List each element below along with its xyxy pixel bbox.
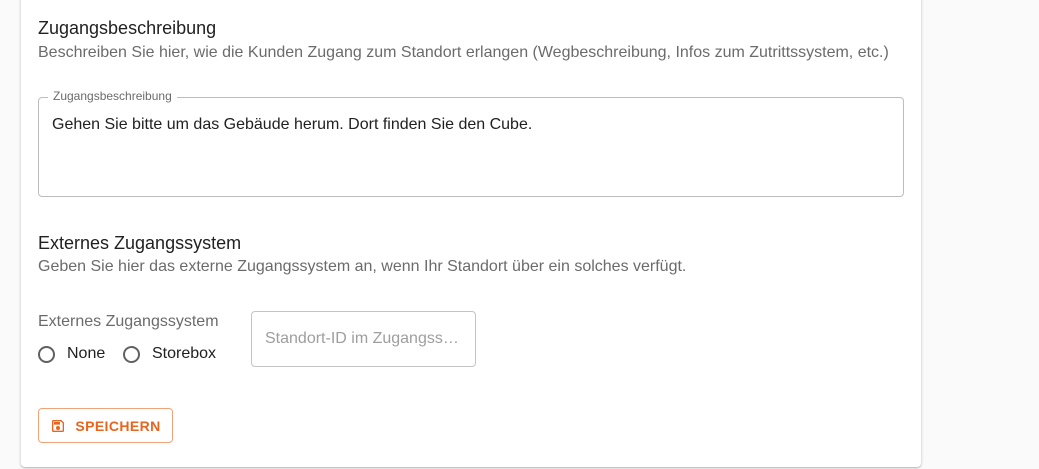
access-description-hint: Beschreiben Sie hier, wie die Kunden Zug…	[38, 44, 889, 61]
save-button[interactable]: SPEICHERN	[38, 408, 173, 443]
access-description-field-label: Zugangsbeschreibung	[48, 89, 177, 103]
radio-option-storebox[interactable]: Storebox	[123, 345, 216, 363]
settings-card: Zugangsbeschreibung Beschreiben Sie hier…	[21, 0, 921, 467]
radio-storebox-circle[interactable]	[123, 345, 140, 363]
access-description-field[interactable]: Zugangsbeschreibung Gehen Sie bitte um d…	[38, 89, 904, 197]
access-description-textarea[interactable]: Gehen Sie bitte um das Gebäude herum. Do…	[52, 116, 532, 134]
location-id-placeholder: Standort-ID im Zugangssystem	[265, 330, 465, 347]
external-system-hint: Geben Sie hier das externe Zugangssystem…	[38, 258, 687, 275]
save-icon	[50, 418, 66, 434]
radio-storebox-label: Storebox	[152, 345, 217, 362]
radio-none-label: None	[67, 345, 106, 362]
access-description-title: Zugangsbeschreibung	[38, 18, 217, 38]
radio-none-circle[interactable]	[38, 345, 55, 363]
external-system-title: Externes Zugangssystem	[38, 233, 242, 253]
radio-option-none[interactable]: None	[38, 345, 105, 363]
external-system-radio-group-label: Externes Zugangssystem	[38, 313, 219, 330]
location-id-input[interactable]: Standort-ID im Zugangssystem	[251, 311, 476, 367]
save-button-label: SPEICHERN	[75, 417, 161, 434]
